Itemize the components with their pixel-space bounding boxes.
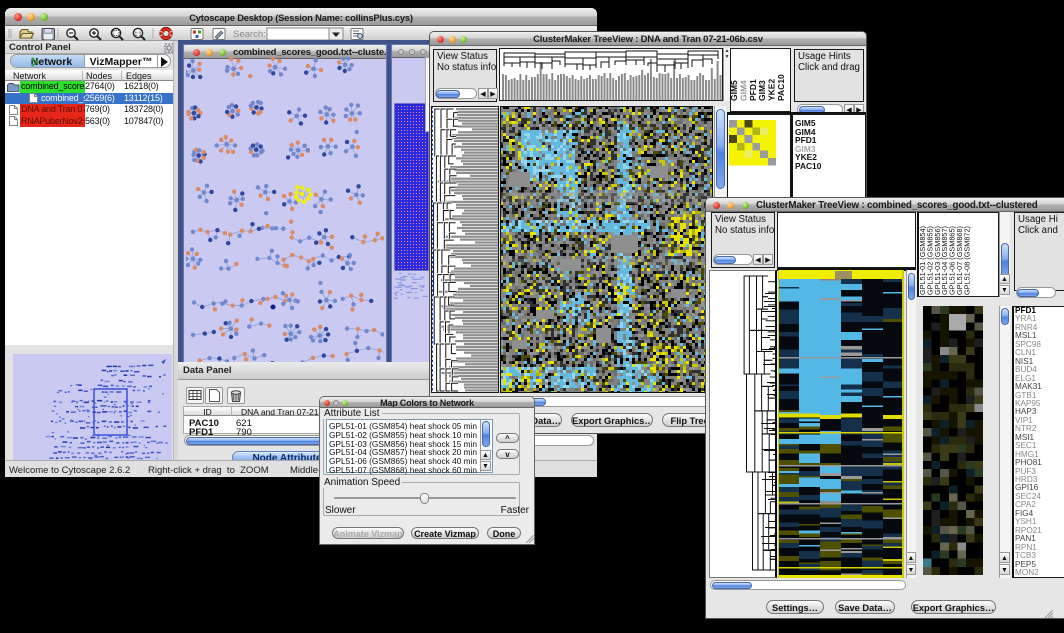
svg-text:PAC10: PAC10 bbox=[776, 74, 786, 101]
svg-text:1:1: 1:1 bbox=[135, 32, 142, 38]
svg-text:Search:: Search: bbox=[233, 29, 266, 40]
svg-text:GPL51-08 (GSM872): GPL51-08 (GSM872) bbox=[962, 226, 971, 295]
